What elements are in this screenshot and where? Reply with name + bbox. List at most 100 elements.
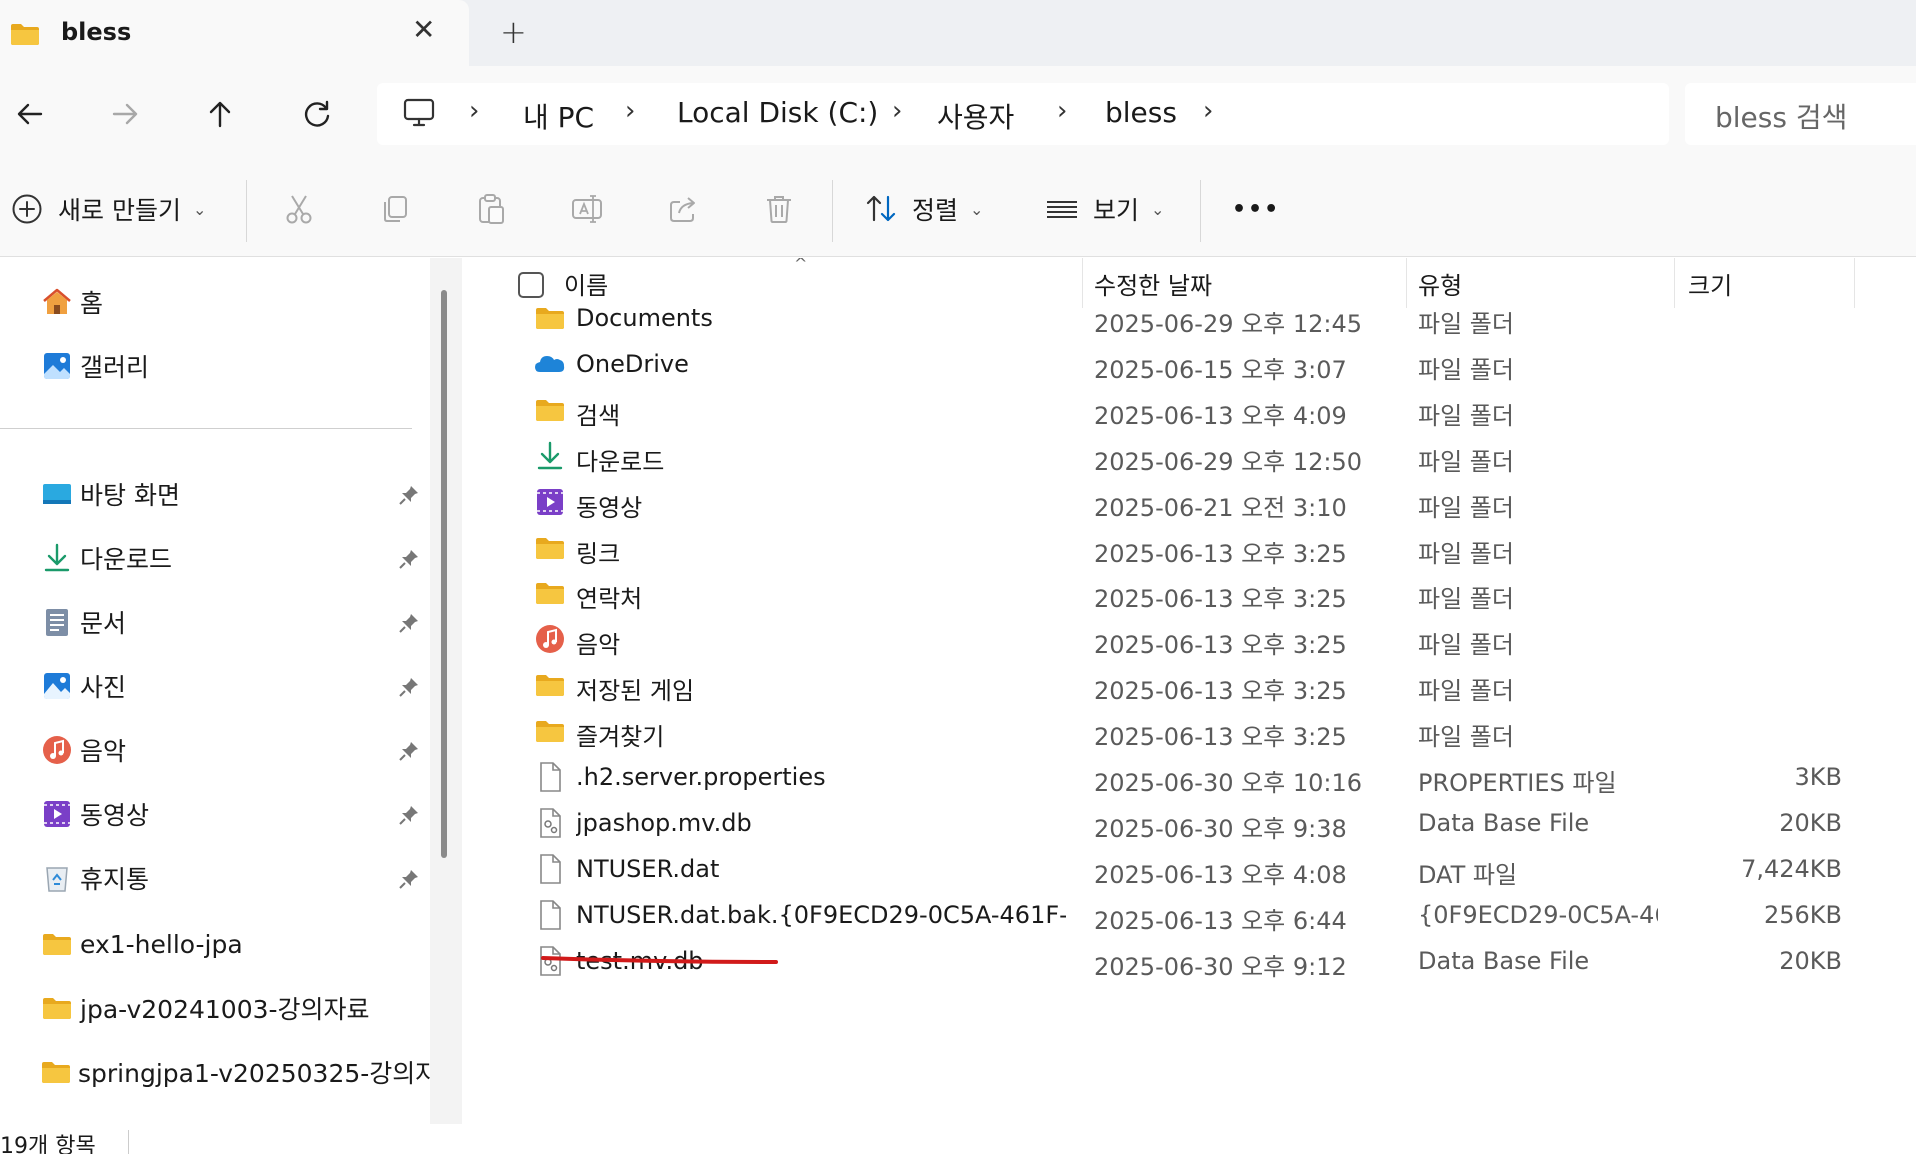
document-icon: [40, 605, 74, 639]
pin-icon[interactable]: [398, 804, 420, 826]
sort-button[interactable]: 정렬 ⌄: [864, 186, 983, 232]
sidebar-item-label: 문서: [80, 609, 127, 638]
pin-icon[interactable]: [398, 676, 420, 698]
file-name: 즐겨찾기: [576, 723, 665, 752]
file-type: 파일 폴더: [1418, 310, 1514, 338]
breadcrumb-chevron[interactable]: ›: [625, 96, 635, 126]
forward-button[interactable]: [103, 92, 147, 136]
cut-button[interactable]: [282, 186, 316, 232]
folder-icon: [40, 927, 74, 961]
sidebar-item-jpa-lecture[interactable]: jpa-v20241003-강의자료: [40, 986, 420, 1030]
file-name: 음악: [576, 631, 621, 660]
recycle-bin-icon: [40, 861, 74, 895]
close-tab-icon[interactable]: ✕: [412, 16, 435, 44]
back-button[interactable]: [8, 92, 52, 136]
file-name: NTUSER.dat.bak.{0F9ECD29-0C5A-461F-81A..…: [576, 900, 1066, 929]
refresh-button[interactable]: [295, 92, 339, 136]
arrow-right-icon: [112, 103, 138, 125]
download-icon: [40, 541, 74, 575]
sidebar-item-pictures[interactable]: 사진: [40, 664, 420, 708]
file-date: 2025-06-15 오후 3:07: [1094, 355, 1347, 384]
file-type: Data Base File: [1418, 946, 1590, 975]
breadcrumb-chevron[interactable]: ›: [1057, 96, 1067, 126]
file-size: 256KB: [1763, 900, 1842, 929]
file-type: 파일 폴더: [1418, 677, 1514, 706]
address-bar[interactable]: › 내 PC › Local Disk (C:) › 사용자 › bless ›: [377, 83, 1669, 145]
file-size: 20KB: [1779, 946, 1842, 975]
file-size: 20KB: [1779, 808, 1842, 837]
sidebar-item-home[interactable]: 홈: [40, 280, 420, 324]
sidebar-item-downloads[interactable]: 다운로드: [40, 536, 420, 580]
sidebar-item-label: 다운로드: [80, 545, 173, 574]
paste-icon: [479, 194, 504, 224]
sidebar-item-videos[interactable]: 동영상: [40, 792, 420, 836]
paste-button[interactable]: [474, 186, 508, 232]
file-date: 2025-06-29 오후 12:50: [1094, 447, 1363, 476]
up-button[interactable]: [198, 92, 242, 136]
chevron-down-icon: ⌄: [192, 199, 207, 219]
sidebar-item-music[interactable]: 음악: [40, 728, 420, 772]
sidebar-item-documents[interactable]: 문서: [40, 600, 420, 644]
sidebar-item-label: 홈: [80, 289, 104, 318]
folder-icon: [11, 24, 39, 45]
tab-title: bless: [61, 18, 132, 46]
sidebar-item-springjpa1-lecture[interactable]: springjpa1-v20250325-강의자료: [40, 1050, 461, 1094]
sidebar-item-gallery[interactable]: 갤러리: [40, 344, 420, 388]
sidebar-item-ex1-hello-jpa[interactable]: ex1-hello-jpa: [40, 922, 420, 966]
sort-icon: [866, 195, 896, 222]
view-button[interactable]: 보기 ⌄: [1045, 186, 1164, 232]
breadcrumb-item-users[interactable]: 사용자: [937, 96, 1014, 136]
db-file-icon: [534, 807, 566, 839]
folder-icon: [534, 669, 566, 701]
sort-ascending-icon: ^: [794, 258, 808, 273]
file-size: 7,424KB: [1741, 854, 1842, 883]
file-date: 2025-06-13 오후 6:44: [1094, 906, 1347, 935]
pin-icon[interactable]: [398, 740, 420, 762]
sidebar-scrollbar-thumb[interactable]: [441, 290, 447, 858]
file-date: 2025-06-13 오후 3:25: [1094, 585, 1347, 614]
breadcrumb-item-local-disk[interactable]: Local Disk (C:): [677, 96, 878, 129]
file-type: 파일 폴더: [1418, 401, 1514, 430]
breadcrumb-chevron[interactable]: ›: [892, 96, 902, 126]
sidebar-item-recycle-bin[interactable]: 휴지통: [40, 856, 420, 900]
new-button[interactable]: 새로 만들기 ⌄: [10, 186, 206, 232]
tab-bar: bless ✕ +: [0, 0, 1916, 66]
file-type: 파일 폴더: [1418, 539, 1514, 568]
delete-button[interactable]: [762, 186, 796, 232]
home-icon: [40, 285, 74, 319]
pin-icon[interactable]: [398, 868, 420, 890]
sidebar-item-label: springjpa1-v20250325-강의자료: [78, 1059, 462, 1088]
breadcrumb-chevron[interactable]: ›: [1203, 96, 1213, 126]
sidebar-item-desktop[interactable]: 바탕 화면: [40, 472, 420, 516]
search-placeholder: bless 검색: [1715, 101, 1848, 134]
arrow-left-icon: [17, 103, 43, 125]
share-button[interactable]: [666, 186, 700, 232]
tab-bless[interactable]: bless ✕: [0, 0, 469, 66]
rename-button[interactable]: [570, 186, 604, 232]
sidebar-item-label: ex1-hello-jpa: [80, 929, 243, 959]
file-icon: [534, 899, 566, 931]
folder-icon: [40, 1055, 72, 1089]
folder-icon: [534, 577, 566, 609]
breadcrumb-chevron[interactable]: ›: [469, 96, 479, 126]
trash-icon: [767, 196, 791, 223]
new-tab-button[interactable]: +: [500, 16, 527, 48]
status-separator: [128, 1130, 129, 1154]
file-name: .h2.server.properties: [576, 763, 826, 791]
command-separator: [246, 180, 247, 242]
breadcrumb-item-bless[interactable]: bless: [1105, 96, 1177, 129]
more-options-button[interactable]: •••: [1232, 186, 1280, 232]
video-icon: [534, 486, 566, 518]
breadcrumb-item-this-pc[interactable]: 내 PC: [523, 96, 594, 136]
pin-icon[interactable]: [398, 484, 420, 506]
copy-button[interactable]: [378, 186, 412, 232]
computer-icon: [403, 98, 435, 127]
music-icon: [534, 623, 566, 655]
desktop-icon: [40, 477, 74, 511]
pin-icon[interactable]: [398, 548, 420, 570]
file-date: 2025-06-13 오후 3:25: [1094, 631, 1347, 660]
file-name: jpashop.mv.db: [576, 808, 752, 837]
music-icon: [40, 733, 74, 767]
pin-icon[interactable]: [398, 612, 420, 634]
search-input[interactable]: bless 검색: [1685, 83, 1916, 145]
